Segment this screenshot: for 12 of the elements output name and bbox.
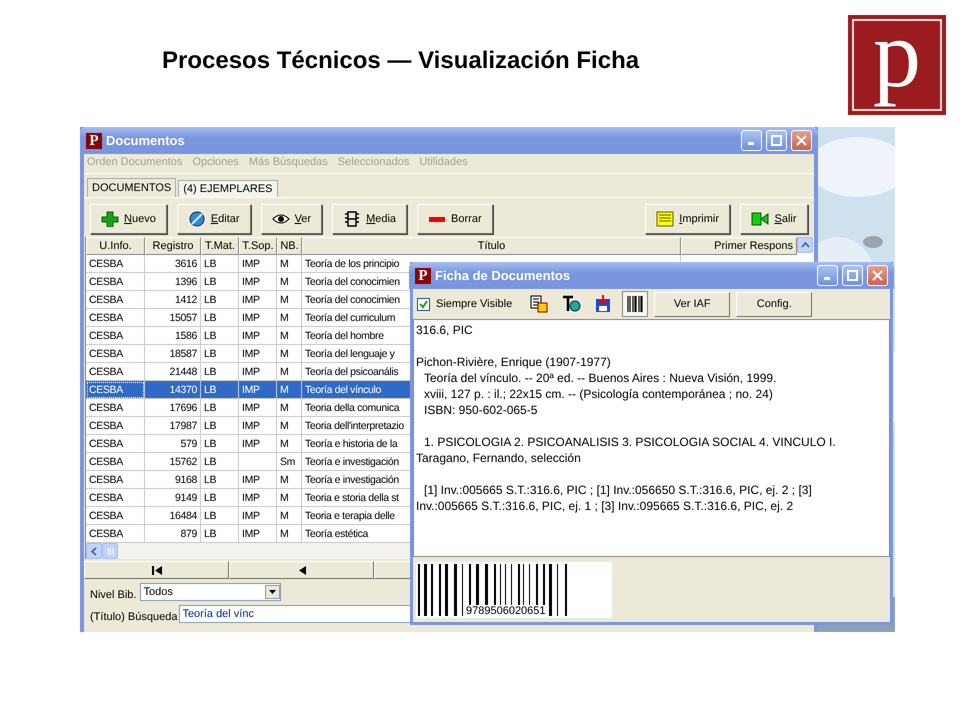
window-title: Documentos <box>106 133 186 148</box>
record-line: Taragano, Fernando, selección <box>416 450 582 466</box>
app-icon: P <box>86 132 102 148</box>
logo: p <box>848 15 946 115</box>
table-cell: CESBA <box>86 381 145 399</box>
checkbox-label: Siempre Visible <box>436 298 512 310</box>
field-label: (Título) Búsqueda <box>90 611 178 623</box>
record-line: ISBN: 950-602-065-5 <box>423 402 538 418</box>
slide-title: Procesos Técnicos — Visualización Ficha <box>162 47 640 76</box>
field-label: Nivel Bib. <box>90 589 136 601</box>
app-icon: P <box>415 268 431 284</box>
barcode-number: 9789506020651 <box>466 604 546 616</box>
